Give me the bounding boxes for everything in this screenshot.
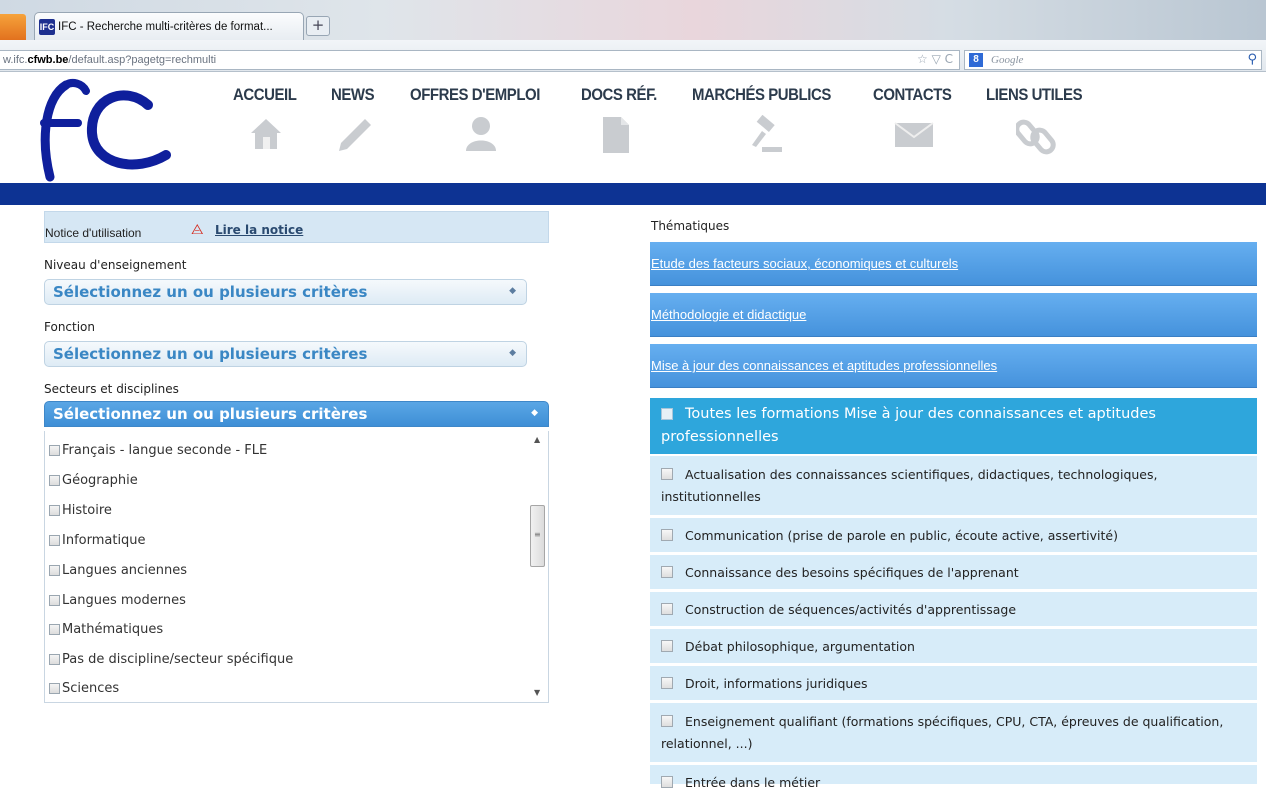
search-engine-icon[interactable]: 8 — [969, 53, 983, 67]
list-item[interactable]: Communication (prise de parole en public… — [650, 518, 1257, 553]
document-icon — [603, 117, 629, 153]
url-text: w.ifc.cfwb.be/default.asp?pagetg=rechmul… — [3, 54, 217, 66]
checkbox[interactable] — [49, 654, 60, 665]
gavel-icon — [752, 115, 782, 152]
chevron-down-icon: ◆ — [509, 348, 516, 358]
chevron-down-icon: ◆ — [531, 408, 538, 418]
pencil-icon — [339, 119, 371, 151]
niveau-label: Niveau d'enseignement — [44, 258, 187, 272]
ifc-logo[interactable] — [36, 77, 186, 185]
tab-title: IFC - Recherche multi-critères de format… — [58, 20, 273, 33]
list-item[interactable]: Géographie — [49, 473, 138, 488]
scroll-up-icon[interactable]: ▲ — [534, 435, 540, 444]
list-item[interactable]: Construction de séquences/activités d'ap… — [650, 592, 1257, 627]
list-item[interactable]: Droit, informations juridiques — [650, 666, 1257, 701]
chain-link-icon — [1016, 119, 1056, 155]
magnifier-icon[interactable]: ⚲ — [1247, 52, 1257, 67]
notice-link[interactable]: Lire la notice — [215, 223, 303, 237]
checkbox[interactable] — [49, 595, 60, 606]
browser-tab-strip: IFC IFC - Recherche multi-critères de fo… — [0, 0, 1266, 40]
home-icon — [251, 119, 281, 149]
new-tab-button[interactable]: + — [306, 16, 330, 36]
checkbox[interactable] — [49, 624, 60, 635]
person-icon — [466, 117, 496, 151]
nav-liens-utiles[interactable]: LIENS UTILES — [986, 85, 1095, 155]
notice-bar: Notice d'utilisation ⨺ Lire la notice — [44, 211, 549, 243]
list-item[interactable]: Mathématiques — [49, 622, 163, 637]
nav-contacts[interactable]: CONTACTS — [873, 85, 962, 147]
nav-marches-publics[interactable]: MARCHÉS PUBLICS — [692, 85, 850, 152]
thematiques-title: Thématiques — [651, 219, 730, 233]
notice-label: Notice d'utilisation — [45, 226, 142, 240]
header-blue-band — [0, 183, 1266, 205]
chevron-down-icon: ◆ — [509, 286, 516, 296]
checkbox[interactable] — [49, 445, 60, 456]
url-bar[interactable]: w.ifc.cfwb.be/default.asp?pagetg=rechmul… — [0, 50, 960, 70]
browser-tab[interactable]: IFC IFC - Recherche multi-critères de fo… — [34, 12, 304, 40]
nav-accueil[interactable]: ACCUEIL — [233, 85, 305, 149]
scroll-down-icon[interactable]: ▼ — [534, 688, 540, 697]
fonction-select[interactable]: Sélectionnez un ou plusieurs critères ◆ — [44, 341, 527, 367]
list-item[interactable]: Sciences — [49, 681, 119, 696]
secteurs-label: Secteurs et disciplines — [44, 382, 179, 396]
list-item[interactable]: Entrée dans le métier — [650, 765, 1257, 790]
firefox-menu-button[interactable] — [0, 14, 26, 40]
search-bar[interactable]: 8 Google ⚲ — [964, 50, 1262, 70]
list-item[interactable]: Informatique — [49, 533, 146, 548]
pdf-icon: ⨺ — [191, 222, 204, 238]
list-item[interactable]: Enseignement qualifiant (formations spéc… — [650, 703, 1257, 763]
checkbox[interactable] — [49, 683, 60, 694]
all-formations-row[interactable]: Toutes les formations Mise à jour des co… — [650, 398, 1257, 454]
theme-bar[interactable]: Etude des facteurs sociaux, économiques … — [650, 242, 1257, 286]
list-item[interactable]: Langues anciennes — [49, 563, 187, 578]
bookmark-star-icon[interactable]: ☆ ▽ C — [917, 52, 953, 66]
browser-navigation-bar: w.ifc.cfwb.be/default.asp?pagetg=rechmul… — [0, 40, 1266, 72]
site-header: ACCUEIL NEWS OFFRES D'EMPLOI DOCS RÉF. M… — [0, 73, 1266, 183]
niveau-select[interactable]: Sélectionnez un ou plusieurs critères ◆ — [44, 279, 527, 305]
grip-icon: ≡ — [534, 530, 541, 539]
theme-bar[interactable]: Méthodologie et didactique — [650, 293, 1257, 337]
nav-docs-ref[interactable]: DOCS RÉF. — [581, 85, 667, 153]
list-scrollbar[interactable]: ▲ ≡ ▼ — [530, 435, 546, 697]
envelope-icon — [894, 122, 934, 147]
favicon-icon: IFC — [39, 18, 55, 35]
checkbox[interactable] — [49, 505, 60, 516]
secteurs-select[interactable]: Sélectionnez un ou plusieurs critères ◆ — [44, 401, 549, 427]
list-item[interactable]: Débat philosophique, argumentation — [650, 629, 1257, 664]
checkbox[interactable] — [49, 535, 60, 546]
list-item[interactable]: Histoire — [49, 503, 112, 518]
checkbox[interactable] — [49, 565, 60, 576]
list-item[interactable]: Actualisation des connaissances scientif… — [650, 456, 1257, 516]
list-item[interactable]: Connaissance des besoins spécifiques de … — [650, 555, 1257, 590]
disciplines-list[interactable]: Français - langue seconde - FLE Géograph… — [44, 431, 549, 703]
nav-news[interactable]: NEWS — [331, 85, 380, 151]
search-placeholder: Google — [991, 54, 1024, 66]
list-item[interactable]: Pas de discipline/secteur spécifique — [49, 652, 293, 667]
list-item[interactable]: Langues modernes — [49, 593, 186, 608]
theme-bar[interactable]: Mise à jour des connaissances et aptitud… — [650, 344, 1257, 388]
list-item[interactable]: Français - langue seconde - FLE — [49, 443, 267, 458]
checkbox[interactable] — [49, 475, 60, 486]
scrollbar-thumb[interactable]: ≡ — [530, 505, 545, 567]
nav-offres-emploi[interactable]: OFFRES D'EMPLOI — [410, 85, 558, 151]
fonction-label: Fonction — [44, 320, 96, 334]
